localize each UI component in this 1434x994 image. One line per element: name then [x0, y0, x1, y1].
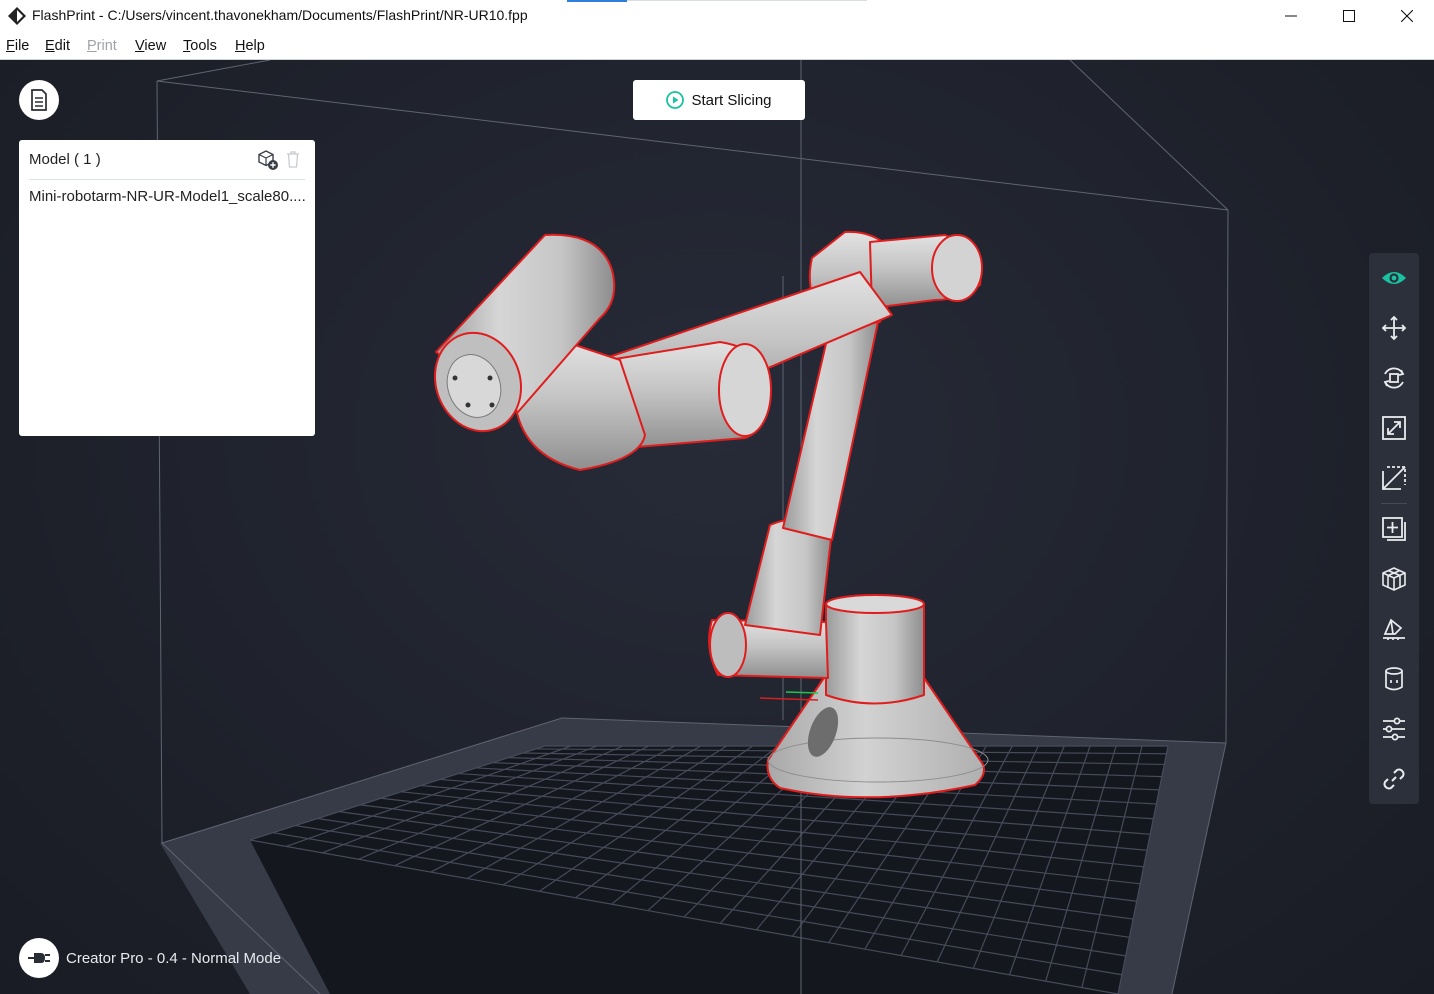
scale-icon [1382, 416, 1406, 440]
model-panel: Model ( 1 ) Mini-robotarm-NR-UR-Model1_s… [19, 140, 315, 436]
flashprint-logo-icon [8, 7, 26, 25]
printer-connect-button[interactable] [19, 938, 59, 978]
add-model-icon [1382, 517, 1406, 541]
cut-tool-button[interactable] [1369, 453, 1419, 503]
rotate-tool-button[interactable] [1369, 353, 1419, 403]
menu-help[interactable]: Help [235, 38, 265, 54]
3d-viewport[interactable]: Start Slicing Model ( 1 ) Mini-robotarm-… [0, 60, 1434, 994]
link-tool-button[interactable] [1369, 754, 1419, 804]
maximize-button[interactable] [1320, 0, 1378, 32]
printer-status: Creator Pro - 0.4 - Normal Mode [66, 950, 282, 967]
menu-print[interactable]: Print [87, 38, 117, 54]
title-bar: FlashPrint - C:/Users/vincent.thavonekha… [0, 0, 1434, 33]
cut-icon [1382, 466, 1406, 490]
play-circle-icon [666, 91, 685, 109]
menu-bar: File Edit Print View Tools Help [0, 33, 1434, 60]
split-icon [1382, 567, 1406, 591]
trash-icon[interactable] [283, 149, 303, 169]
document-icon [31, 89, 47, 111]
rotate-icon [1383, 367, 1405, 389]
view-tool-button[interactable] [1369, 253, 1419, 303]
window-title: FlashPrint - C:/Users/vincent.thavonekha… [32, 7, 528, 23]
start-slicing-label: Start Slicing [691, 91, 772, 109]
start-slicing-button[interactable]: Start Slicing [633, 80, 805, 120]
move-tool-button[interactable] [1369, 303, 1419, 353]
printer-connect-icon [28, 953, 50, 963]
menu-file[interactable]: File [6, 38, 29, 54]
supports-icon [1385, 667, 1403, 691]
minimize-button[interactable] [1262, 0, 1320, 32]
minimize-icon [1285, 15, 1297, 17]
add-model-icon[interactable] [257, 149, 279, 171]
place-on-surface-icon [1383, 618, 1405, 640]
y-axis-marker [785, 691, 819, 694]
menu-tools[interactable]: Tools [183, 38, 217, 54]
title-accent-line [627, 0, 867, 1]
right-toolbar [1369, 253, 1419, 804]
scale-tool-button[interactable] [1369, 403, 1419, 453]
add-tool-button[interactable] [1369, 504, 1419, 554]
model-panel-title: Model ( 1 ) [29, 151, 101, 168]
file-list-button[interactable] [19, 80, 59, 120]
menu-view[interactable]: View [135, 38, 166, 54]
model-panel-divider [29, 179, 305, 180]
title-accent [567, 0, 627, 2]
menu-edit[interactable]: Edit [45, 38, 70, 54]
supports-tool-button[interactable] [1369, 654, 1419, 704]
view-icon [1382, 272, 1406, 284]
robot-arm-model[interactable] [421, 230, 989, 799]
move-icon [1381, 315, 1407, 341]
settings-tool-button[interactable] [1369, 704, 1419, 754]
model-list-item[interactable]: Mini-robotarm-NR-UR-Model1_scale80.... [29, 188, 309, 205]
split-tool-button[interactable] [1369, 554, 1419, 604]
build-plate [160, 718, 1226, 994]
link-icon [1383, 768, 1405, 790]
close-button[interactable] [1378, 0, 1434, 32]
settings-icon [1383, 717, 1405, 741]
maximize-icon [1343, 10, 1355, 22]
close-icon [1401, 10, 1413, 22]
place-on-surface-tool-button[interactable] [1369, 604, 1419, 654]
